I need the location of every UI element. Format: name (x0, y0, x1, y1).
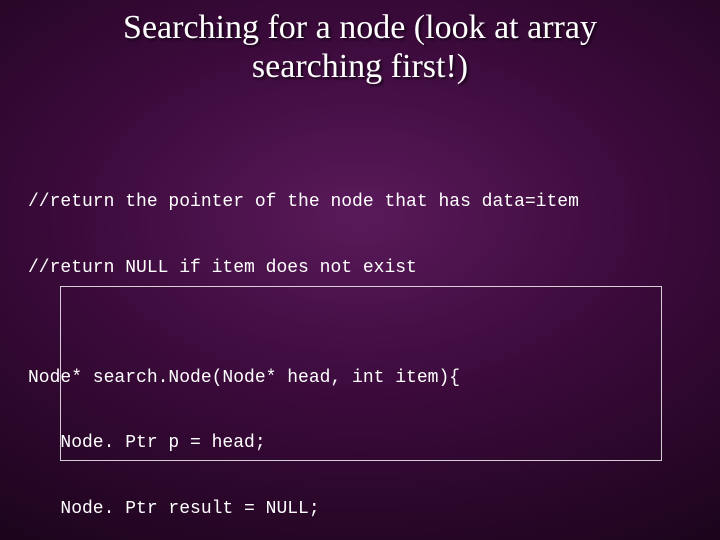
slide-title: Searching for a node (look at array sear… (0, 0, 720, 86)
title-line-2: searching first!) (252, 48, 468, 85)
slide: Searching for a node (look at array sear… (0, 0, 720, 540)
code-line: Node. Ptr result = NULL; (28, 499, 692, 521)
code-line: //return the pointer of the node that ha… (28, 192, 692, 214)
code-line: //return NULL if item does not exist (28, 258, 692, 280)
highlight-box (60, 286, 662, 461)
title-line-1: Searching for a node (look at array (123, 9, 597, 46)
